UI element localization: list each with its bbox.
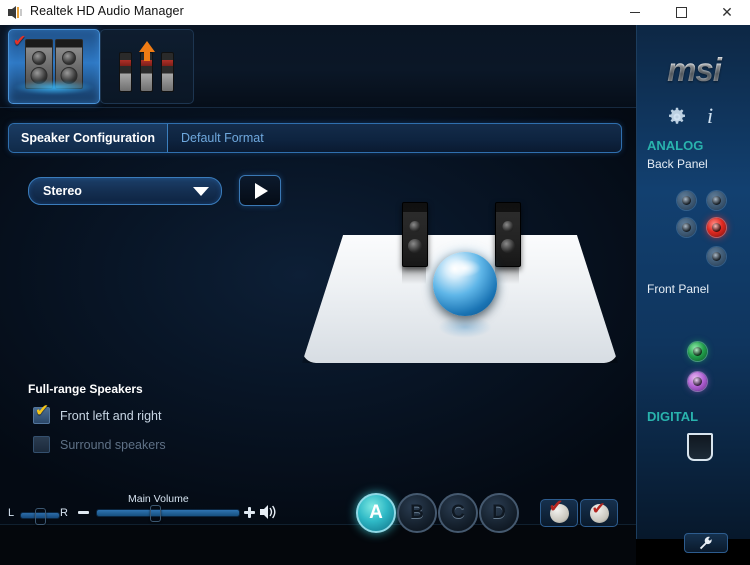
back-jack-1[interactable]	[677, 191, 696, 210]
wrench-icon	[699, 536, 712, 550]
audio-jacks-icon	[119, 41, 175, 92]
title-bar: Realtek HD Audio Manager ✕	[0, 0, 750, 26]
profile-button-b[interactable]: B	[397, 493, 437, 533]
digital-section-title: DIGITAL	[647, 409, 699, 424]
woofer-icon	[501, 239, 515, 253]
msi-logo: msi	[637, 51, 750, 89]
jack-plug-1	[119, 52, 132, 92]
bottom-toolbar	[0, 524, 636, 565]
maximize-button[interactable]	[658, 0, 704, 25]
listener-sphere	[433, 252, 497, 316]
analog-section-title: ANALOG	[647, 138, 704, 153]
window-body: ✔ Speaker Configuration Default Format S…	[0, 25, 750, 565]
device-tab-strip: ✔	[0, 25, 636, 108]
speaker-configuration-value: Stereo	[43, 184, 82, 198]
minimize-icon	[630, 12, 640, 13]
device-glow	[13, 80, 95, 95]
profile-button-c[interactable]: C	[438, 493, 478, 533]
close-icon: ✕	[721, 4, 733, 21]
profile-button-d[interactable]: D	[479, 493, 519, 533]
back-jack-4[interactable]	[707, 218, 726, 237]
check-icon: ✔	[548, 495, 564, 517]
tab-speaker-configuration[interactable]: Speaker Configuration	[9, 124, 169, 152]
input-arrow-stem	[144, 51, 150, 61]
tab-default-format[interactable]: Default Format	[169, 124, 276, 152]
front-panel-label: Front Panel	[647, 282, 710, 296]
maximize-icon	[675, 7, 687, 18]
close-button[interactable]: ✕	[704, 0, 750, 25]
tab-speaker-configuration-label: Speaker Configuration	[21, 131, 156, 145]
profile-buttons: A B C D	[356, 493, 519, 537]
spdif-connector-icon[interactable]	[687, 433, 713, 461]
speaker-configuration-dropdown[interactable]: Stereo	[28, 177, 222, 205]
check-disc-icon: ✔	[589, 500, 609, 523]
checkbox-icon	[33, 436, 50, 453]
tweeter-icon	[502, 221, 514, 232]
front-jack-mic-in[interactable]	[688, 372, 707, 391]
room-speaker-front-right[interactable]	[495, 202, 521, 267]
speaker-reflection-right	[495, 266, 519, 284]
back-jack-2[interactable]	[707, 191, 726, 210]
chevron-down-icon	[193, 187, 209, 196]
reset-profile-button[interactable]: ✔	[580, 499, 618, 527]
minimize-button[interactable]	[612, 0, 658, 25]
profile-button-a[interactable]: A	[356, 493, 396, 533]
tab-default-format-label: Default Format	[181, 131, 264, 145]
window-title: Realtek HD Audio Manager	[30, 4, 184, 18]
speaker-icon	[8, 6, 22, 19]
gear-icon[interactable]	[667, 107, 687, 127]
profile-button-b-label: B	[410, 502, 424, 523]
tweeter-icon	[32, 51, 46, 65]
apply-profile-button[interactable]: ✔	[540, 497, 578, 527]
volume-icon[interactable]	[260, 504, 278, 520]
device-active-check-icon: ✔	[13, 31, 27, 50]
sphere-highlight	[447, 259, 481, 277]
realtek-audio-manager-window: Realtek HD Audio Manager ✕ ✔ Speaker Con…	[0, 0, 750, 565]
checkbox-icon: ✔	[33, 403, 50, 424]
balance-knob[interactable]	[35, 508, 46, 525]
info-icon[interactable]: i	[707, 103, 713, 129]
checkbox-surround-speakers[interactable]: Surround speakers	[33, 436, 166, 453]
tweeter-icon	[62, 51, 76, 65]
profile-button-c-label: C	[451, 502, 465, 523]
back-jack-3[interactable]	[677, 218, 696, 237]
volume-decrease-button[interactable]	[78, 511, 89, 514]
listener-reflection	[438, 316, 492, 338]
balance-slider[interactable]: L R	[8, 505, 68, 525]
profile-button-a-label: A	[369, 502, 383, 523]
line-in-device-tab[interactable]	[100, 29, 194, 104]
main-volume-knob[interactable]	[150, 505, 161, 522]
tweeter-icon	[409, 221, 421, 232]
back-jack-5[interactable]	[707, 247, 726, 266]
balance-left-label: L	[8, 507, 15, 519]
front-jack-line-out[interactable]	[688, 342, 707, 361]
speaker-reflection-left	[402, 266, 426, 284]
check-arrow-icon: ✔	[591, 498, 606, 519]
play-icon	[254, 182, 268, 199]
check-disc-icon: ✔	[549, 497, 569, 523]
room-speaker-front-left[interactable]	[402, 202, 428, 267]
jack-plug-3	[161, 52, 174, 92]
full-range-speakers-title: Full-range Speakers	[28, 382, 143, 396]
checkbox-front-left-right[interactable]: ✔ Front left and right	[33, 403, 162, 424]
checkbox-front-left-right-label: Front left and right	[60, 408, 162, 423]
main-volume-label: Main Volume	[128, 493, 189, 505]
play-test-button[interactable]	[239, 175, 281, 206]
back-panel-label: Back Panel	[647, 157, 708, 171]
main-volume-track[interactable]	[96, 509, 240, 517]
profile-button-d-label: D	[492, 502, 506, 523]
settings-wrench-button[interactable]	[684, 533, 728, 553]
speaker-room-visualization	[290, 180, 630, 395]
balance-right-label: R	[60, 507, 68, 519]
volume-increase-stem	[248, 507, 251, 518]
speakers-device-tab[interactable]: ✔	[8, 29, 100, 104]
check-icon: ✔	[35, 401, 50, 421]
woofer-icon	[408, 239, 422, 253]
checkbox-surround-speakers-label: Surround speakers	[60, 437, 166, 452]
main-volume-control: Main Volume	[78, 493, 276, 525]
connector-sidebar: msi i ANALOG Back Panel Front Panel DIGI…	[636, 25, 750, 539]
tab-bar: Speaker Configuration Default Format	[8, 123, 622, 153]
